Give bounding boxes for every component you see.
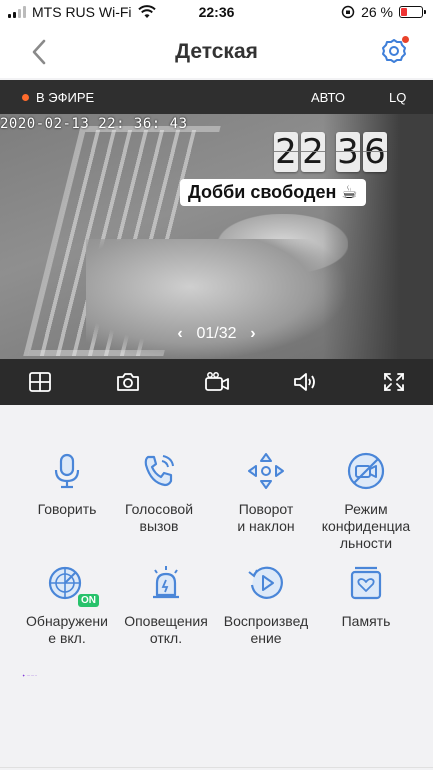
playback-icon-wrap bbox=[246, 563, 286, 603]
live-label: В ЭФИРЕ bbox=[36, 90, 95, 105]
memory-album-icon bbox=[350, 566, 382, 600]
pan-tilt-icon bbox=[248, 453, 284, 489]
pan-tilt-button[interactable]: Поворот и наклон bbox=[212, 451, 320, 535]
battery-percent: 26 % bbox=[361, 4, 393, 20]
video-toolbar bbox=[0, 359, 433, 405]
privacy-camera-off-icon-wrap bbox=[346, 451, 386, 491]
feature-label: Оповещения откл. bbox=[124, 613, 208, 646]
battery-icon bbox=[399, 6, 426, 18]
quality-button[interactable]: LQ bbox=[389, 90, 406, 105]
snapshot-button[interactable] bbox=[115, 370, 141, 394]
camera-video-feed[interactable]: 2020-02-13 22: 36: 43 2 2 3 6 Добби своб… bbox=[0, 114, 433, 359]
motion-detection-button[interactable]: ON Обнаружени е вкл. bbox=[13, 563, 121, 647]
nav-bar: Детская bbox=[0, 26, 433, 78]
pager-next-button[interactable]: › bbox=[241, 325, 265, 343]
voice-call-button[interactable]: Голосовой вызов bbox=[105, 451, 213, 535]
video-record-icon bbox=[205, 372, 229, 391]
live-bar: В ЭФИРЕ АВТО LQ bbox=[0, 80, 433, 114]
playback-button[interactable]: Воспроизвед ение bbox=[212, 563, 320, 647]
phone-call-icon bbox=[144, 455, 174, 487]
playback-icon bbox=[248, 566, 283, 599]
fullscreen-button[interactable] bbox=[381, 370, 407, 394]
auto-mode-button[interactable]: АВТО bbox=[311, 90, 345, 105]
feature-label: Обнаружени е вкл. bbox=[26, 613, 108, 646]
microphone-icon bbox=[54, 453, 80, 489]
feature-grid: Говорить Голосовой вызов Поворот и накло… bbox=[0, 405, 433, 770]
video-pager: ‹ 01/32 › bbox=[0, 325, 433, 343]
orientation-lock-icon bbox=[341, 5, 355, 19]
settings-button[interactable] bbox=[379, 36, 409, 66]
on-badge: ON bbox=[78, 594, 99, 607]
video-timestamp: 2020-02-13 22: 36: 43 bbox=[0, 116, 188, 132]
tiny-link-mark: ✦ ········ bbox=[22, 673, 38, 678]
clock-digit: 6 bbox=[363, 132, 387, 172]
memory-button[interactable]: Память bbox=[312, 563, 420, 630]
live-indicator: В ЭФИРЕ bbox=[22, 90, 94, 105]
memory-album-icon-wrap bbox=[346, 563, 386, 603]
alerts-button[interactable]: Оповещения откл. bbox=[112, 563, 220, 647]
flip-clock-sticker: 2 2 3 6 bbox=[274, 132, 387, 172]
phone-call-icon-wrap bbox=[139, 451, 179, 491]
bottom-divider bbox=[0, 767, 433, 768]
pan-tilt-icon-wrap bbox=[246, 451, 286, 491]
status-bar: MTS RUS Wi-Fi 22:36 26 % bbox=[0, 0, 433, 26]
page-title: Детская bbox=[175, 40, 258, 63]
clock-digit: 3 bbox=[336, 132, 360, 172]
feature-label: Режим конфиденциа льности bbox=[321, 501, 411, 551]
pager-prev-button[interactable]: ‹ bbox=[168, 325, 192, 343]
privacy-camera-off-icon bbox=[347, 452, 385, 490]
feature-label: Поворот и наклон bbox=[237, 501, 295, 534]
feature-label: Голосовой вызов bbox=[124, 501, 194, 534]
microphone-icon-wrap bbox=[47, 451, 87, 491]
pager-count: 01/32 bbox=[196, 325, 237, 342]
clock-digit: 2 bbox=[274, 132, 298, 172]
fullscreen-icon bbox=[384, 373, 404, 391]
caption-sticker: Добби свободен ☕ bbox=[180, 179, 366, 206]
record-button[interactable] bbox=[204, 370, 230, 394]
alarm-siren-icon-wrap bbox=[146, 563, 186, 603]
status-right: 26 % bbox=[341, 4, 426, 20]
notification-dot bbox=[402, 36, 409, 43]
feature-label: Память bbox=[341, 613, 391, 629]
camera-icon bbox=[117, 373, 139, 391]
clock-digit: 2 bbox=[301, 132, 325, 172]
grid-icon bbox=[29, 372, 51, 392]
motion-detection-icon-wrap: ON bbox=[47, 563, 99, 607]
live-dot-icon bbox=[22, 94, 29, 101]
volume-icon bbox=[294, 373, 315, 391]
multi-view-button[interactable] bbox=[27, 370, 53, 394]
alarm-siren-icon bbox=[153, 566, 179, 599]
feature-label: Воспроизвед ение bbox=[223, 613, 309, 646]
privacy-mode-button[interactable]: Режим конфиденциа льности bbox=[312, 451, 420, 552]
sound-button[interactable] bbox=[292, 370, 318, 394]
